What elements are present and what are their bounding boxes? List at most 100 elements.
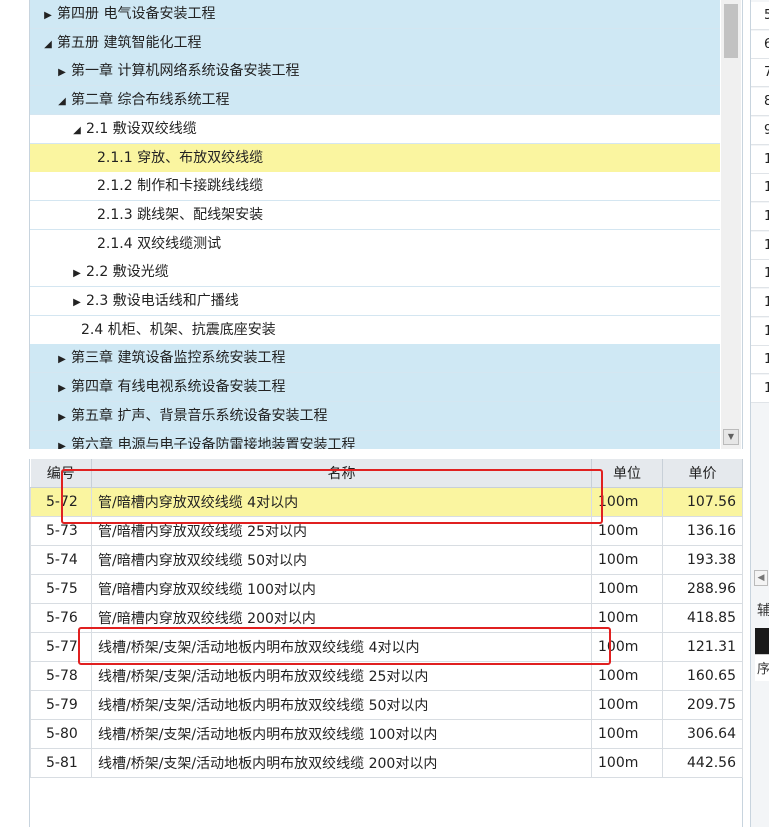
cell-price: 442.56 [662, 748, 743, 778]
tree-item-label: 第一章 计算机网络系统设备安装工程 [71, 63, 300, 80]
tree-item[interactable]: ◢ 第二章 综合布线系统工程 [30, 86, 720, 116]
tree-item[interactable]: ▶ 第四章 有线电视系统设备安装工程 [30, 373, 720, 403]
tree-item-label: 第三章 建筑设备监控系统安装工程 [71, 350, 286, 367]
chapter-tree: ▶ 第四册 电气设备安装工程 ◢ 第五册 建筑智能化工程 ▶ 第一章 计算机网络系统设备安… [29, 0, 743, 449]
table-row[interactable]: 5-76 管/暗槽内穿放双绞线缆 200对以内 100m 418.85 [30, 603, 743, 633]
cell-unit: 100m [591, 487, 663, 517]
table-row[interactable]: 5-74 管/暗槽内穿放双绞线缆 50对以内 100m 193.38 [30, 545, 743, 575]
cell-code: 5-74 [30, 545, 92, 575]
collapse-arrow-icon[interactable]: ◢ [42, 30, 54, 57]
expand-arrow-icon[interactable]: ▶ [56, 403, 68, 430]
tree-item[interactable]: ▶ 2.2 敷设光缆 [30, 258, 720, 288]
scroll-left-icon[interactable]: ◀ [754, 570, 768, 586]
table-row[interactable]: 5-77 线槽/桥架/支架/活动地板内明布放双绞线缆 4对以内 100m 121.31 [30, 632, 743, 662]
tree-item-label: 2.1.4 双绞线缆测试 [97, 235, 222, 252]
tree-item[interactable]: ▶ 第五章 扩声、背景音乐系统设备安装工程 [30, 401, 720, 431]
quota-table-panel: 编号 名称 单位 单价 5-72 管/暗槽内穿放双绞线缆 4对以内 100m 107.… [29, 459, 743, 827]
cell-code: 5-73 [30, 516, 92, 546]
table-header-row: 编号 名称 单位 单价 [30, 459, 743, 488]
tree-item[interactable]: ▶ 第一章 计算机网络系统设备安装工程 [30, 57, 720, 87]
cell-code: 5-78 [30, 661, 92, 691]
table-row[interactable]: 5-78 线槽/桥架/支架/活动地板内明布放双绞线缆 25对以内 100m 160.6… [30, 661, 743, 691]
tree-item-label: 2.1.3 跳线架、配线架安装 [97, 206, 264, 223]
cell-name: 管/暗槽内穿放双绞线缆 50对以内 [91, 545, 592, 575]
tree-item[interactable]: 2.4 机柜、机架、抗震底座安装 [30, 315, 720, 345]
cell-code: 5-76 [30, 603, 92, 633]
cell-name: 线槽/桥架/支架/活动地板内明布放双绞线缆 50对以内 [91, 690, 592, 720]
table-row[interactable]: 5-81 线槽/桥架/支架/活动地板内明布放双绞线缆 200对以内 100m 442.… [30, 748, 743, 778]
tree-item-label: 2.4 机柜、机架、抗震底座安装 [81, 321, 276, 338]
table-row[interactable]: 5-79 线槽/桥架/支架/活动地板内明布放双绞线缆 50对以内 100m 209.7… [30, 690, 743, 720]
cell-price: 160.65 [662, 661, 743, 691]
cell-unit: 100m [591, 603, 663, 633]
header-name[interactable]: 名称 [91, 459, 592, 488]
table-row[interactable]: 5-72 管/暗槽内穿放双绞线缆 4对以内 100m 107.56 [30, 487, 743, 517]
tree-item[interactable]: ▶ 第六章 电源与电子设备防雷接地装置安装工程 [30, 430, 720, 450]
right-panel-row: 5 [751, 2, 769, 30]
tree-item[interactable]: ◢ 2.1 敷设双绞线缆 [30, 114, 720, 144]
right-panel-row: 6 [751, 30, 769, 59]
cell-unit: 100m [591, 545, 663, 575]
expand-arrow-icon[interactable]: ▶ [56, 432, 68, 450]
right-panel-row: 1 [751, 145, 769, 174]
cell-unit: 100m [591, 748, 663, 778]
expand-arrow-icon[interactable]: ▶ [71, 288, 83, 315]
tree-item[interactable]: 2.1.1 穿放、布放双绞线缆 [30, 143, 720, 173]
header-price[interactable]: 单价 [662, 459, 743, 488]
expand-arrow-icon[interactable]: ▶ [71, 259, 83, 286]
cell-name: 线槽/桥架/支架/活动地板内明布放双绞线缆 4对以内 [91, 632, 592, 662]
tree-item[interactable]: 2.1.4 双绞线缆测试 [30, 229, 720, 259]
tree-item-label: 第四章 有线电视系统设备安装工程 [71, 379, 286, 396]
cell-code: 5-80 [30, 719, 92, 749]
expand-arrow-icon[interactable]: ▶ [56, 374, 68, 401]
right-panel-row: 1 [751, 260, 769, 289]
right-panel-row: 1 [751, 231, 769, 260]
table-row[interactable]: 5-73 管/暗槽内穿放双绞线缆 25对以内 100m 136.16 [30, 516, 743, 546]
tree-item-label: 第五册 建筑智能化工程 [57, 34, 202, 51]
header-unit[interactable]: 单位 [591, 459, 663, 488]
expand-arrow-icon[interactable]: ▶ [56, 58, 68, 85]
right-panel-row: 9 [751, 116, 769, 145]
tree-item[interactable]: 2.1.2 制作和卡接跳线线缆 [30, 172, 720, 202]
right-panel-tab[interactable]: 辅 [757, 600, 769, 620]
cell-unit: 100m [591, 516, 663, 546]
right-panel-row: 1 [751, 174, 769, 203]
tree-item-label: 第四册 电气设备安装工程 [57, 6, 216, 22]
cell-price: 288.96 [662, 574, 743, 604]
cell-unit: 100m [591, 719, 663, 749]
tree-item[interactable]: ▶ 第四册 电气设备安装工程 [30, 0, 720, 29]
right-panel-dark-cell [755, 628, 769, 654]
quota-table: 编号 名称 单位 单价 5-72 管/暗槽内穿放双绞线缆 4对以内 100m 107.… [30, 459, 743, 778]
tree-scrollbar[interactable]: ▼ [721, 0, 741, 449]
tree-item[interactable]: ▶ 第三章 建筑设备监控系统安装工程 [30, 344, 720, 374]
cell-unit: 100m [591, 632, 663, 662]
tree-item-label: 2.1 敷设双绞线缆 [86, 120, 197, 137]
tree-scrollbar-thumb[interactable] [724, 4, 738, 58]
scroll-down-icon[interactable]: ▼ [723, 429, 739, 445]
tree-item-label: 2.1.1 穿放、布放双绞线缆 [97, 149, 264, 166]
cell-price: 193.38 [662, 545, 743, 575]
header-code[interactable]: 编号 [30, 459, 92, 488]
right-side-panel: 56789111111111 ◀ 辅 序 [750, 0, 769, 827]
expand-arrow-icon[interactable]: ▶ [56, 345, 68, 372]
cell-unit: 100m [591, 661, 663, 691]
cell-price: 306.64 [662, 719, 743, 749]
collapse-arrow-icon[interactable]: ◢ [56, 87, 68, 114]
cell-name: 线槽/桥架/支架/活动地板内明布放双绞线缆 25对以内 [91, 661, 592, 691]
table-row[interactable]: 5-80 线槽/桥架/支架/活动地板内明布放双绞线缆 100对以内 100m 306.… [30, 719, 743, 749]
cell-code: 5-72 [30, 487, 92, 517]
right-panel-row: 1 [751, 375, 769, 404]
tree-item[interactable]: 2.1.3 跳线架、配线架安装 [30, 200, 720, 230]
cell-name: 线槽/桥架/支架/活动地板内明布放双绞线缆 100对以内 [91, 719, 592, 749]
tree-item[interactable]: ▶ 2.3 敷设电话线和广播线 [30, 287, 720, 316]
cell-price: 136.16 [662, 516, 743, 546]
tree-item-label: 2.1.2 制作和卡接跳线线缆 [97, 178, 264, 195]
collapse-arrow-icon[interactable]: ◢ [71, 116, 83, 143]
cell-unit: 100m [591, 574, 663, 604]
expand-arrow-icon[interactable]: ▶ [42, 1, 54, 28]
cell-price: 209.75 [662, 690, 743, 720]
tree-item[interactable]: ◢ 第五册 建筑智能化工程 [30, 28, 720, 58]
table-row[interactable]: 5-75 管/暗槽内穿放双绞线缆 100对以内 100m 288.96 [30, 574, 743, 604]
cell-name: 管/暗槽内穿放双绞线缆 25对以内 [91, 516, 592, 546]
cell-name: 线槽/桥架/支架/活动地板内明布放双绞线缆 200对以内 [91, 748, 592, 778]
